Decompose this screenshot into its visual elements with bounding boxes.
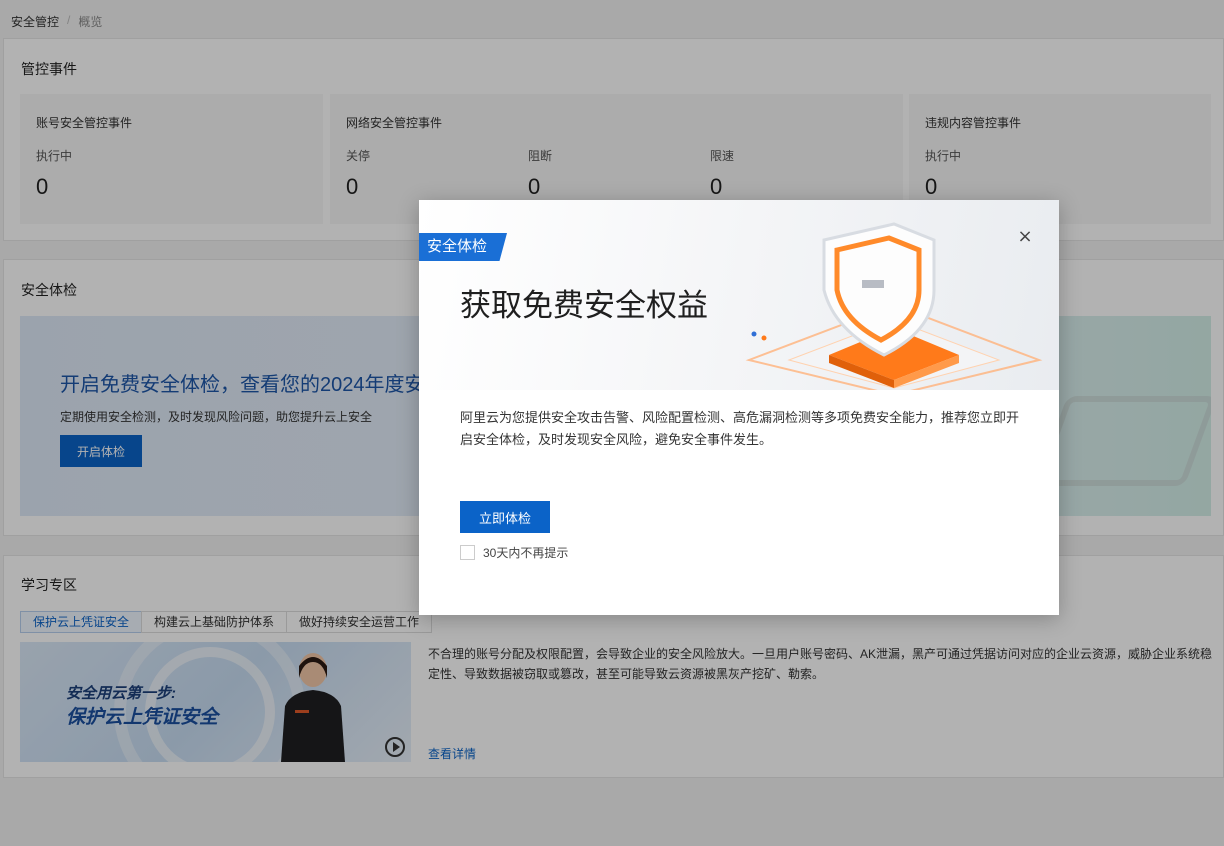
dont-remind-label: 30天内不再提示 xyxy=(483,546,569,560)
modal-hero: 安全体检 获取免费安全权益 xyxy=(419,200,1059,390)
modal-body: 阿里云为您提供安全攻击告警、风险配置检测、高危漏洞检测等多项免费安全能力，推荐您… xyxy=(460,410,1020,447)
check-now-button[interactable]: 立即体检 xyxy=(460,501,550,533)
close-icon[interactable]: × xyxy=(1015,227,1035,247)
shield-illustration xyxy=(745,222,1043,390)
checkbox-box[interactable] xyxy=(460,545,475,560)
modal-title: 获取免费安全权益 xyxy=(460,288,708,324)
security-check-modal: 安全体检 获取免费安全权益 × 阿里云为您提供安全攻击告警、风险配置检测、高危漏… xyxy=(419,200,1059,615)
dont-remind-checkbox[interactable]: 30天内不再提示 xyxy=(460,544,568,561)
modal-tag: 安全体检 xyxy=(419,233,508,261)
